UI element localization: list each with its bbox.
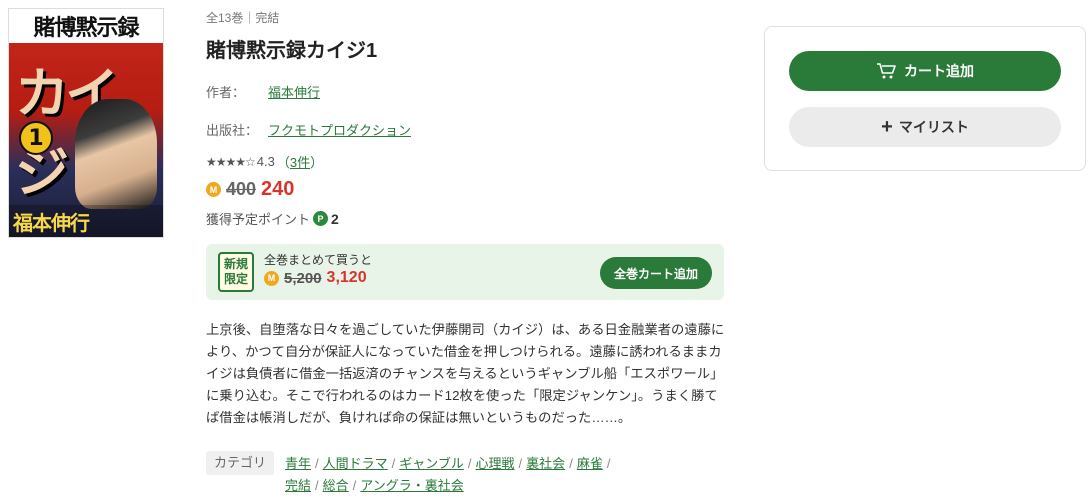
review-count-link[interactable]: 3件 bbox=[290, 155, 310, 170]
points-label: 獲得予定ポイント bbox=[206, 212, 311, 227]
publisher-link[interactable]: フクモトプロダクション bbox=[268, 120, 411, 139]
add-to-mylist-button[interactable]: + マイリスト bbox=[789, 107, 1061, 147]
badge-line-1: 新規 bbox=[223, 257, 248, 271]
point-icon: P bbox=[313, 211, 329, 226]
category-link[interactable]: 麻雀 bbox=[577, 456, 603, 471]
book-description: 上京後、自堕落な日々を過ごしていた伊藤開司（カイジ）は、ある日金融業者の遠藤によ… bbox=[206, 322, 725, 425]
rating-stars-icon: ★★★★☆ bbox=[206, 154, 256, 169]
purchase-panel: カート追加 + マイリスト bbox=[764, 26, 1086, 171]
category-list: 青年 / 人間ドラマ / ギャンブル / 心理戦 / 裏社会 / 麻雀 / 完結 / 総合 / アングラ・裏社会 bbox=[285, 456, 611, 493]
series-volume-info: 全13巻｜完結 bbox=[206, 11, 280, 25]
category-link[interactable]: 心理戦 bbox=[476, 456, 515, 471]
bundle-sale-price: 3,120 bbox=[326, 269, 367, 286]
plus-icon: + bbox=[881, 116, 893, 138]
cover-character-illustration bbox=[75, 99, 157, 209]
cart-icon bbox=[877, 63, 896, 79]
category-link[interactable]: アングラ・裏社会 bbox=[360, 478, 463, 493]
rating-value: 4.3 bbox=[256, 154, 275, 169]
new-limited-badge: 新規 限定 bbox=[218, 252, 254, 292]
review-count: （3件） bbox=[276, 155, 324, 170]
bundle-price-row: M 5,200 3,120 bbox=[264, 269, 367, 287]
price-row: M 400 240 bbox=[206, 178, 294, 201]
original-price: 400 bbox=[226, 179, 257, 199]
coin-icon: M bbox=[206, 182, 221, 197]
mylist-label: マイリスト bbox=[898, 119, 969, 135]
sale-price: 240 bbox=[261, 178, 295, 200]
category-label: カテゴリ bbox=[206, 451, 275, 475]
bundle-caption: 全巻まとめて買うと bbox=[264, 253, 373, 267]
category-link[interactable]: 人間ドラマ bbox=[323, 456, 388, 471]
bundle-offer-box: 新規 限定 全巻まとめて買うと M 5,200 3,120 全巻カート追加 bbox=[206, 244, 724, 300]
cover-volume-badge: 1 bbox=[19, 121, 53, 155]
page-title: 賭博黙示録カイジ1 bbox=[206, 40, 378, 62]
badge-line-2: 限定 bbox=[223, 272, 248, 286]
add-to-cart-label: カート追加 bbox=[904, 63, 974, 79]
author-label: 作者： bbox=[206, 85, 246, 100]
add-to-cart-button[interactable]: カート追加 bbox=[789, 51, 1061, 91]
category-link[interactable]: 完結 bbox=[285, 478, 311, 493]
category-link[interactable]: 裏社会 bbox=[526, 456, 565, 471]
bundle-original-price: 5,200 bbox=[284, 269, 322, 287]
category-link[interactable]: ギャンブル bbox=[399, 456, 464, 471]
author-link[interactable]: 福本伸行 bbox=[268, 82, 320, 101]
points-value: 2 bbox=[331, 210, 339, 227]
cover-author-text: 福本伸行 bbox=[9, 205, 163, 237]
category-link[interactable]: 総合 bbox=[323, 478, 349, 493]
publisher-label: 出版社： bbox=[206, 123, 259, 138]
points-row: 獲得予定ポイント P 2 bbox=[206, 209, 339, 228]
category-link[interactable]: 青年 bbox=[285, 456, 311, 471]
book-cover-image[interactable]: 賭博黙示録 カイジ 1 福本伸行 bbox=[8, 8, 164, 238]
rating-row: ★★★★☆ 4.3 （3件） bbox=[206, 152, 323, 171]
cover-title-text: 賭博黙示録 bbox=[9, 9, 163, 43]
add-all-volumes-to-cart-button[interactable]: 全巻カート追加 bbox=[600, 257, 712, 289]
coin-icon: M bbox=[264, 270, 279, 286]
